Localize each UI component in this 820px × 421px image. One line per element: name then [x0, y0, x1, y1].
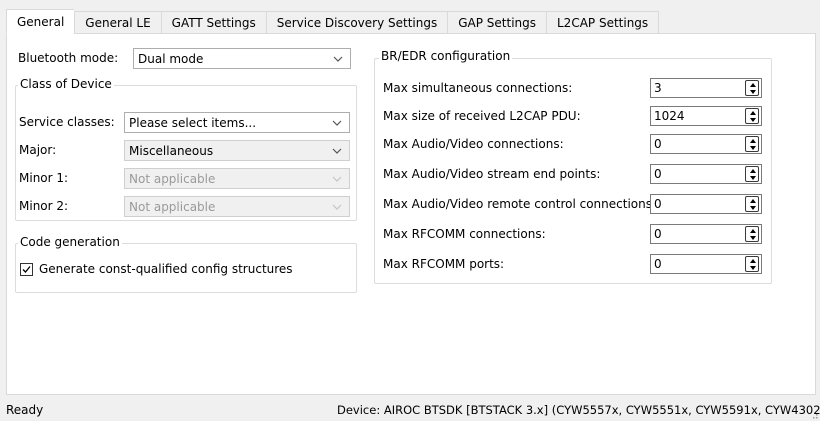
- spin-buttons[interactable]: [745, 226, 759, 242]
- status-bar: Ready Device: AIROC BTSDK [BTSTACK 3.x] …: [0, 398, 820, 421]
- spin-buttons[interactable]: [745, 256, 759, 272]
- max-simultaneous-connections-value: 3: [654, 81, 662, 95]
- chevron-down-icon: [332, 176, 342, 182]
- spin-up-icon: [750, 139, 756, 143]
- device-info: Device: AIROC BTSDK [BTSTACK 3.x] (CYW55…: [337, 402, 820, 417]
- const-qualified-checkbox[interactable]: [20, 262, 33, 276]
- tab-gatt-settings[interactable]: GATT Settings: [160, 11, 266, 34]
- max-av-remote-control-value: 0: [654, 197, 662, 211]
- max-av-stream-endpoints-spinbox[interactable]: 0: [650, 164, 762, 184]
- minor2-label: Minor 2:: [19, 199, 69, 213]
- max-rfcomm-connections-label: Max RFCOMM connections:: [383, 227, 546, 241]
- minor2-value: Not applicable: [129, 199, 216, 214]
- minor1-label: Minor 1:: [19, 171, 69, 185]
- chevron-down-icon: [332, 204, 342, 210]
- minor2-select: Not applicable: [124, 196, 350, 217]
- tab-general-le[interactable]: General LE: [74, 11, 161, 34]
- max-rfcomm-ports-spinbox[interactable]: 0: [650, 254, 762, 274]
- spin-buttons[interactable]: [745, 136, 759, 152]
- service-classes-value: Please select items...: [129, 115, 257, 130]
- minor1-value: Not applicable: [129, 171, 216, 186]
- max-rfcomm-ports-value: 0: [654, 257, 662, 271]
- minor1-select: Not applicable: [124, 168, 350, 189]
- spin-down-icon: [750, 146, 756, 150]
- max-rfcomm-connections-value: 0: [654, 227, 662, 241]
- const-qualified-label: Generate const-qualified config structur…: [39, 262, 293, 276]
- class-of-device-title: Class of Device: [18, 77, 114, 91]
- tab-service-discovery-settings[interactable]: Service Discovery Settings: [265, 11, 448, 34]
- spin-buttons[interactable]: [745, 166, 759, 182]
- chevron-down-icon: [332, 148, 342, 154]
- spin-buttons[interactable]: [745, 80, 759, 96]
- spin-up-icon: [750, 199, 756, 203]
- resize-grip-icon[interactable]: [810, 411, 818, 419]
- max-av-remote-control-spinbox[interactable]: 0: [650, 194, 762, 214]
- spin-down-icon: [750, 206, 756, 210]
- spin-up-icon: [750, 229, 756, 233]
- const-qualified-checkbox-row[interactable]: Generate const-qualified config structur…: [20, 262, 293, 276]
- max-av-connections-spinbox[interactable]: 0: [650, 134, 762, 154]
- tab-l2cap-settings[interactable]: L2CAP Settings: [546, 11, 660, 34]
- max-av-connections-label: Max Audio/Video connections:: [383, 137, 564, 151]
- service-classes-select[interactable]: Please select items...: [124, 112, 350, 133]
- spin-down-icon: [750, 118, 756, 122]
- spin-down-icon: [750, 176, 756, 180]
- spin-up-icon: [750, 259, 756, 263]
- max-av-connections-value: 0: [654, 137, 662, 151]
- spin-buttons[interactable]: [745, 196, 759, 212]
- spin-down-icon: [750, 236, 756, 240]
- chevron-down-icon: [333, 56, 343, 62]
- bluetooth-mode-select[interactable]: Dual mode: [133, 48, 351, 69]
- spin-up-icon: [750, 83, 756, 87]
- checkmark-icon: [22, 265, 31, 273]
- max-av-remote-control-label: Max Audio/Video remote control connectio…: [383, 197, 657, 211]
- max-rfcomm-ports-label: Max RFCOMM ports:: [383, 257, 505, 271]
- general-tab-panel: Bluetooth mode: Dual mode Class of Devic…: [6, 33, 816, 395]
- tab-general[interactable]: General: [6, 9, 75, 34]
- max-av-stream-endpoints-value: 0: [654, 167, 662, 181]
- major-label: Major:: [19, 143, 57, 157]
- max-l2cap-pdu-value: 1024: [654, 109, 685, 123]
- code-generation-title: Code generation: [18, 235, 122, 249]
- max-av-stream-endpoints-label: Max Audio/Video stream end points:: [383, 167, 601, 181]
- max-simultaneous-connections-label: Max simultaneous connections:: [383, 81, 573, 95]
- spin-up-icon: [750, 169, 756, 173]
- spin-down-icon: [750, 90, 756, 94]
- spin-buttons[interactable]: [745, 108, 759, 124]
- bluetooth-mode-label: Bluetooth mode:: [18, 51, 119, 65]
- tab-bar: General General LE GATT Settings Service…: [6, 9, 786, 34]
- spin-down-icon: [750, 266, 756, 270]
- service-classes-label: Service classes:: [19, 115, 115, 129]
- spin-up-icon: [750, 111, 756, 115]
- bredr-configuration-title: BR/EDR configuration: [379, 49, 513, 63]
- max-rfcomm-connections-spinbox[interactable]: 0: [650, 224, 762, 244]
- max-l2cap-pdu-spinbox[interactable]: 1024: [650, 106, 762, 126]
- max-l2cap-pdu-label: Max size of received L2CAP PDU:: [383, 109, 581, 123]
- tab-gap-settings[interactable]: GAP Settings: [447, 11, 546, 34]
- max-simultaneous-connections-spinbox[interactable]: 3: [650, 78, 762, 98]
- bluetooth-mode-value: Dual mode: [138, 51, 204, 66]
- major-select[interactable]: Miscellaneous: [124, 140, 350, 161]
- status-text: Ready: [6, 402, 44, 417]
- major-value: Miscellaneous: [129, 143, 214, 158]
- chevron-down-icon: [332, 120, 342, 126]
